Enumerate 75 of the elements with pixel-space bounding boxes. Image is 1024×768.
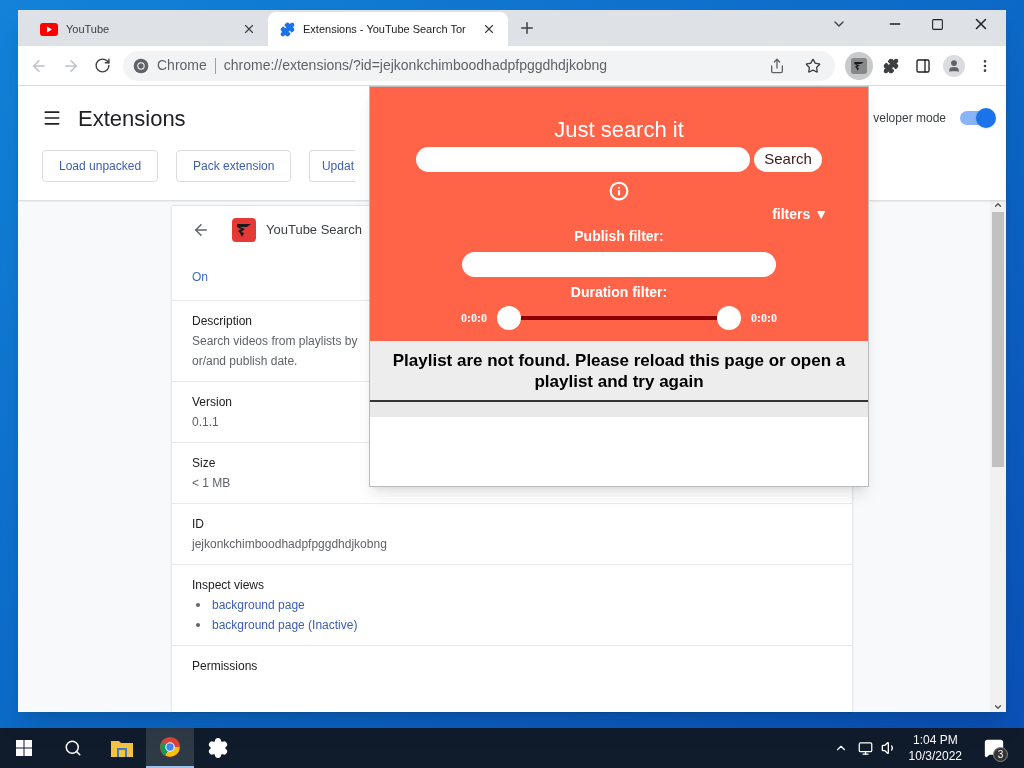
page-title: Extensions	[78, 104, 186, 133]
duration-filter-label: Duration filter:	[570, 283, 668, 302]
puzzle-icon[interactable]	[883, 57, 899, 74]
back-icon[interactable]	[192, 221, 210, 239]
toggle-switch[interactable]	[960, 111, 994, 125]
search-icon[interactable]	[64, 739, 82, 757]
windows-logo-icon[interactable]	[16, 740, 32, 756]
error-message: Playlist are not found. Please reload this page or open a playlist and try again	[391, 349, 847, 392]
scrollbar-thumb[interactable]	[992, 212, 1004, 467]
section-heading: Permissions	[192, 658, 258, 675]
puzzle-icon	[280, 21, 295, 37]
section-heading: Size	[192, 455, 216, 472]
popup-title: Just search it	[554, 117, 684, 143]
toolbar-button[interactable]: Pack extension	[176, 150, 292, 182]
folder-icon	[111, 739, 133, 757]
toolbar-button[interactable]: Updat	[309, 150, 356, 182]
notification-badge: 3	[993, 747, 1008, 762]
browser-tab[interactable]: Extensions - YouTube Search Tor	[268, 12, 508, 46]
chrome-logo-icon	[159, 736, 181, 758]
browser-tab[interactable]: YouTube	[28, 12, 268, 46]
close-icon[interactable]	[482, 22, 496, 36]
extension-name: YouTube Search	[266, 221, 362, 240]
bullet-icon	[196, 603, 200, 607]
slider-track[interactable]	[497, 306, 741, 330]
section-text: 0.1.1	[192, 414, 219, 431]
max-duration: 0:0:0	[751, 310, 777, 327]
new-tab-icon[interactable]	[518, 19, 536, 37]
side-panel-icon[interactable]	[915, 57, 931, 74]
inspect-link[interactable]: background page	[212, 595, 305, 615]
section-heading: Version	[192, 394, 233, 411]
min-duration: 0:0:0	[461, 310, 487, 327]
section-heading: Inspect views	[192, 577, 265, 594]
profile-avatar[interactable]	[943, 54, 965, 77]
section-heading: Description	[192, 313, 253, 330]
bullet-icon	[196, 623, 200, 627]
toolbar-button[interactable]: Load unpacked	[42, 150, 159, 182]
address-bar[interactable]: Chrome chrome://extensions/?id=jejkonkchimboodhadpfpggdhdjkobng	[123, 50, 835, 81]
developer-mode-label: veloper mode	[873, 110, 946, 127]
clock-time: 1:04 PM	[912, 732, 958, 748]
publish-filter-field[interactable]	[462, 252, 776, 277]
section-text: or/and publish date.	[192, 353, 298, 370]
taskbar-app[interactable]	[146, 728, 194, 768]
info-icon[interactable]	[609, 181, 629, 201]
close-icon[interactable]	[242, 22, 256, 36]
tab-title: YouTube	[66, 21, 111, 37]
reload-icon[interactable]	[94, 57, 111, 74]
share-icon[interactable]	[769, 57, 785, 74]
section-text: Search videos from playlists by	[192, 333, 358, 350]
section-text: < 1 MB	[192, 475, 231, 492]
extension-action-button[interactable]	[845, 51, 873, 80]
status-text: On	[192, 269, 208, 286]
tornado-icon	[851, 57, 867, 74]
video-play-icon	[40, 22, 58, 36]
section-heading: ID	[192, 516, 204, 533]
search-button[interactable]: Search	[754, 147, 822, 172]
clock[interactable]: 1:04 PM 10/3/2022	[908, 732, 962, 764]
section-text: jejkonkchimboodhadpfpggdhdjkobng	[192, 536, 387, 553]
scroll-up-icon[interactable]	[993, 200, 1003, 210]
bookmark-star-icon[interactable]	[805, 57, 821, 74]
settings-icon	[207, 737, 229, 759]
maximize-icon[interactable]	[931, 17, 944, 31]
slider-thumb[interactable]	[717, 306, 741, 330]
tab-title: Extensions - YouTube Search Tor	[303, 21, 467, 37]
site-label: Chrome	[157, 56, 207, 75]
scroll-down-icon[interactable]	[993, 702, 1003, 712]
inspect-link[interactable]: background page (Inactive)	[212, 615, 358, 635]
slider-thumb[interactable]	[497, 306, 521, 330]
publish-filter-label: Publish filter:	[574, 227, 664, 246]
url-text: chrome://extensions/?id=jejkonkchimboodhadpfpggdhdjkobng	[223, 56, 608, 75]
network-icon[interactable]	[857, 740, 873, 756]
chrome-logo-icon	[133, 57, 149, 74]
search-field[interactable]	[416, 147, 751, 172]
tornado-icon	[232, 218, 256, 242]
clock-date: 10/3/2022	[908, 748, 962, 764]
menu-icon[interactable]	[42, 108, 62, 128]
